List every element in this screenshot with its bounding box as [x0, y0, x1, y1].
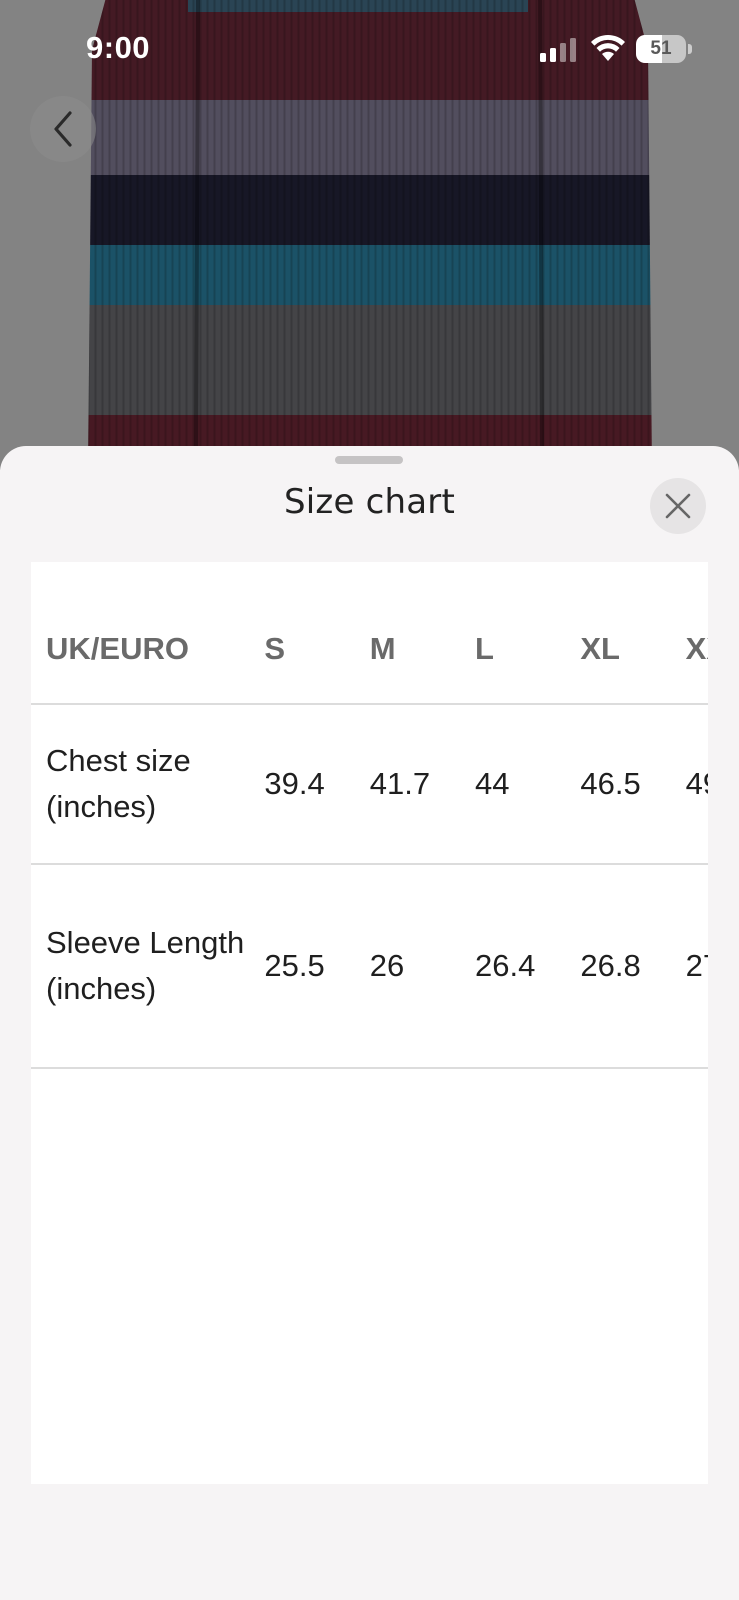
- row-label: Chest size (inches): [31, 704, 265, 865]
- header-cell-size: XL: [580, 562, 686, 705]
- size-table-card[interactable]: UK/EURO S M L XL XXL Chest size (inches)…: [31, 562, 708, 1484]
- table-cell: 27.2: [685, 864, 708, 1069]
- sheet-title: Size chart: [284, 482, 455, 522]
- table-row: Chest size (inches) 39.4 41.7 44 46.5 49…: [31, 704, 708, 865]
- chevron-left-icon: [54, 111, 72, 147]
- table-cell: 44: [475, 704, 581, 865]
- wifi-icon: [591, 34, 625, 61]
- row-label: Sleeve Length (inches): [31, 864, 265, 1069]
- header-cell-size: M: [369, 562, 476, 705]
- status-time: 9:00: [86, 30, 151, 65]
- battery-cap: [688, 44, 692, 54]
- table-cell: 26: [369, 864, 476, 1069]
- table-header-row: UK/EURO S M L XL XXL: [31, 562, 708, 705]
- table-cell: 39.4: [264, 704, 370, 865]
- size-chart-sheet: Size chart UK/EURO S M L XL XXL Chest si…: [0, 446, 739, 1600]
- battery-body: 51: [636, 35, 686, 63]
- battery-icon: 51: [636, 35, 692, 63]
- table-cell: 25.5: [264, 864, 370, 1069]
- status-bar: 9:00 51: [0, 0, 739, 100]
- table-row: Sleeve Length (inches) 25.5 26 26.4 26.8…: [31, 864, 708, 1069]
- table-cell: 26.8: [580, 864, 686, 1069]
- close-icon: [665, 493, 691, 519]
- table-cell: 46.5: [580, 704, 686, 865]
- back-button[interactable]: [30, 96, 96, 162]
- header-cell-size: S: [264, 562, 370, 705]
- header-cell-region: UK/EURO: [31, 562, 265, 705]
- signal-icon: [540, 38, 576, 62]
- close-button[interactable]: [650, 478, 706, 534]
- battery-level: 51: [650, 38, 672, 59]
- table-cell: 26.4: [475, 864, 581, 1069]
- sheet-grabber[interactable]: [335, 456, 403, 464]
- header-cell-size: L: [475, 562, 581, 705]
- header-cell-size: XXL: [685, 562, 708, 705]
- table-cell: 41.7: [369, 704, 476, 865]
- table-cell: 49.0: [685, 704, 708, 865]
- size-table: UK/EURO S M L XL XXL Chest size (inches)…: [31, 562, 708, 1069]
